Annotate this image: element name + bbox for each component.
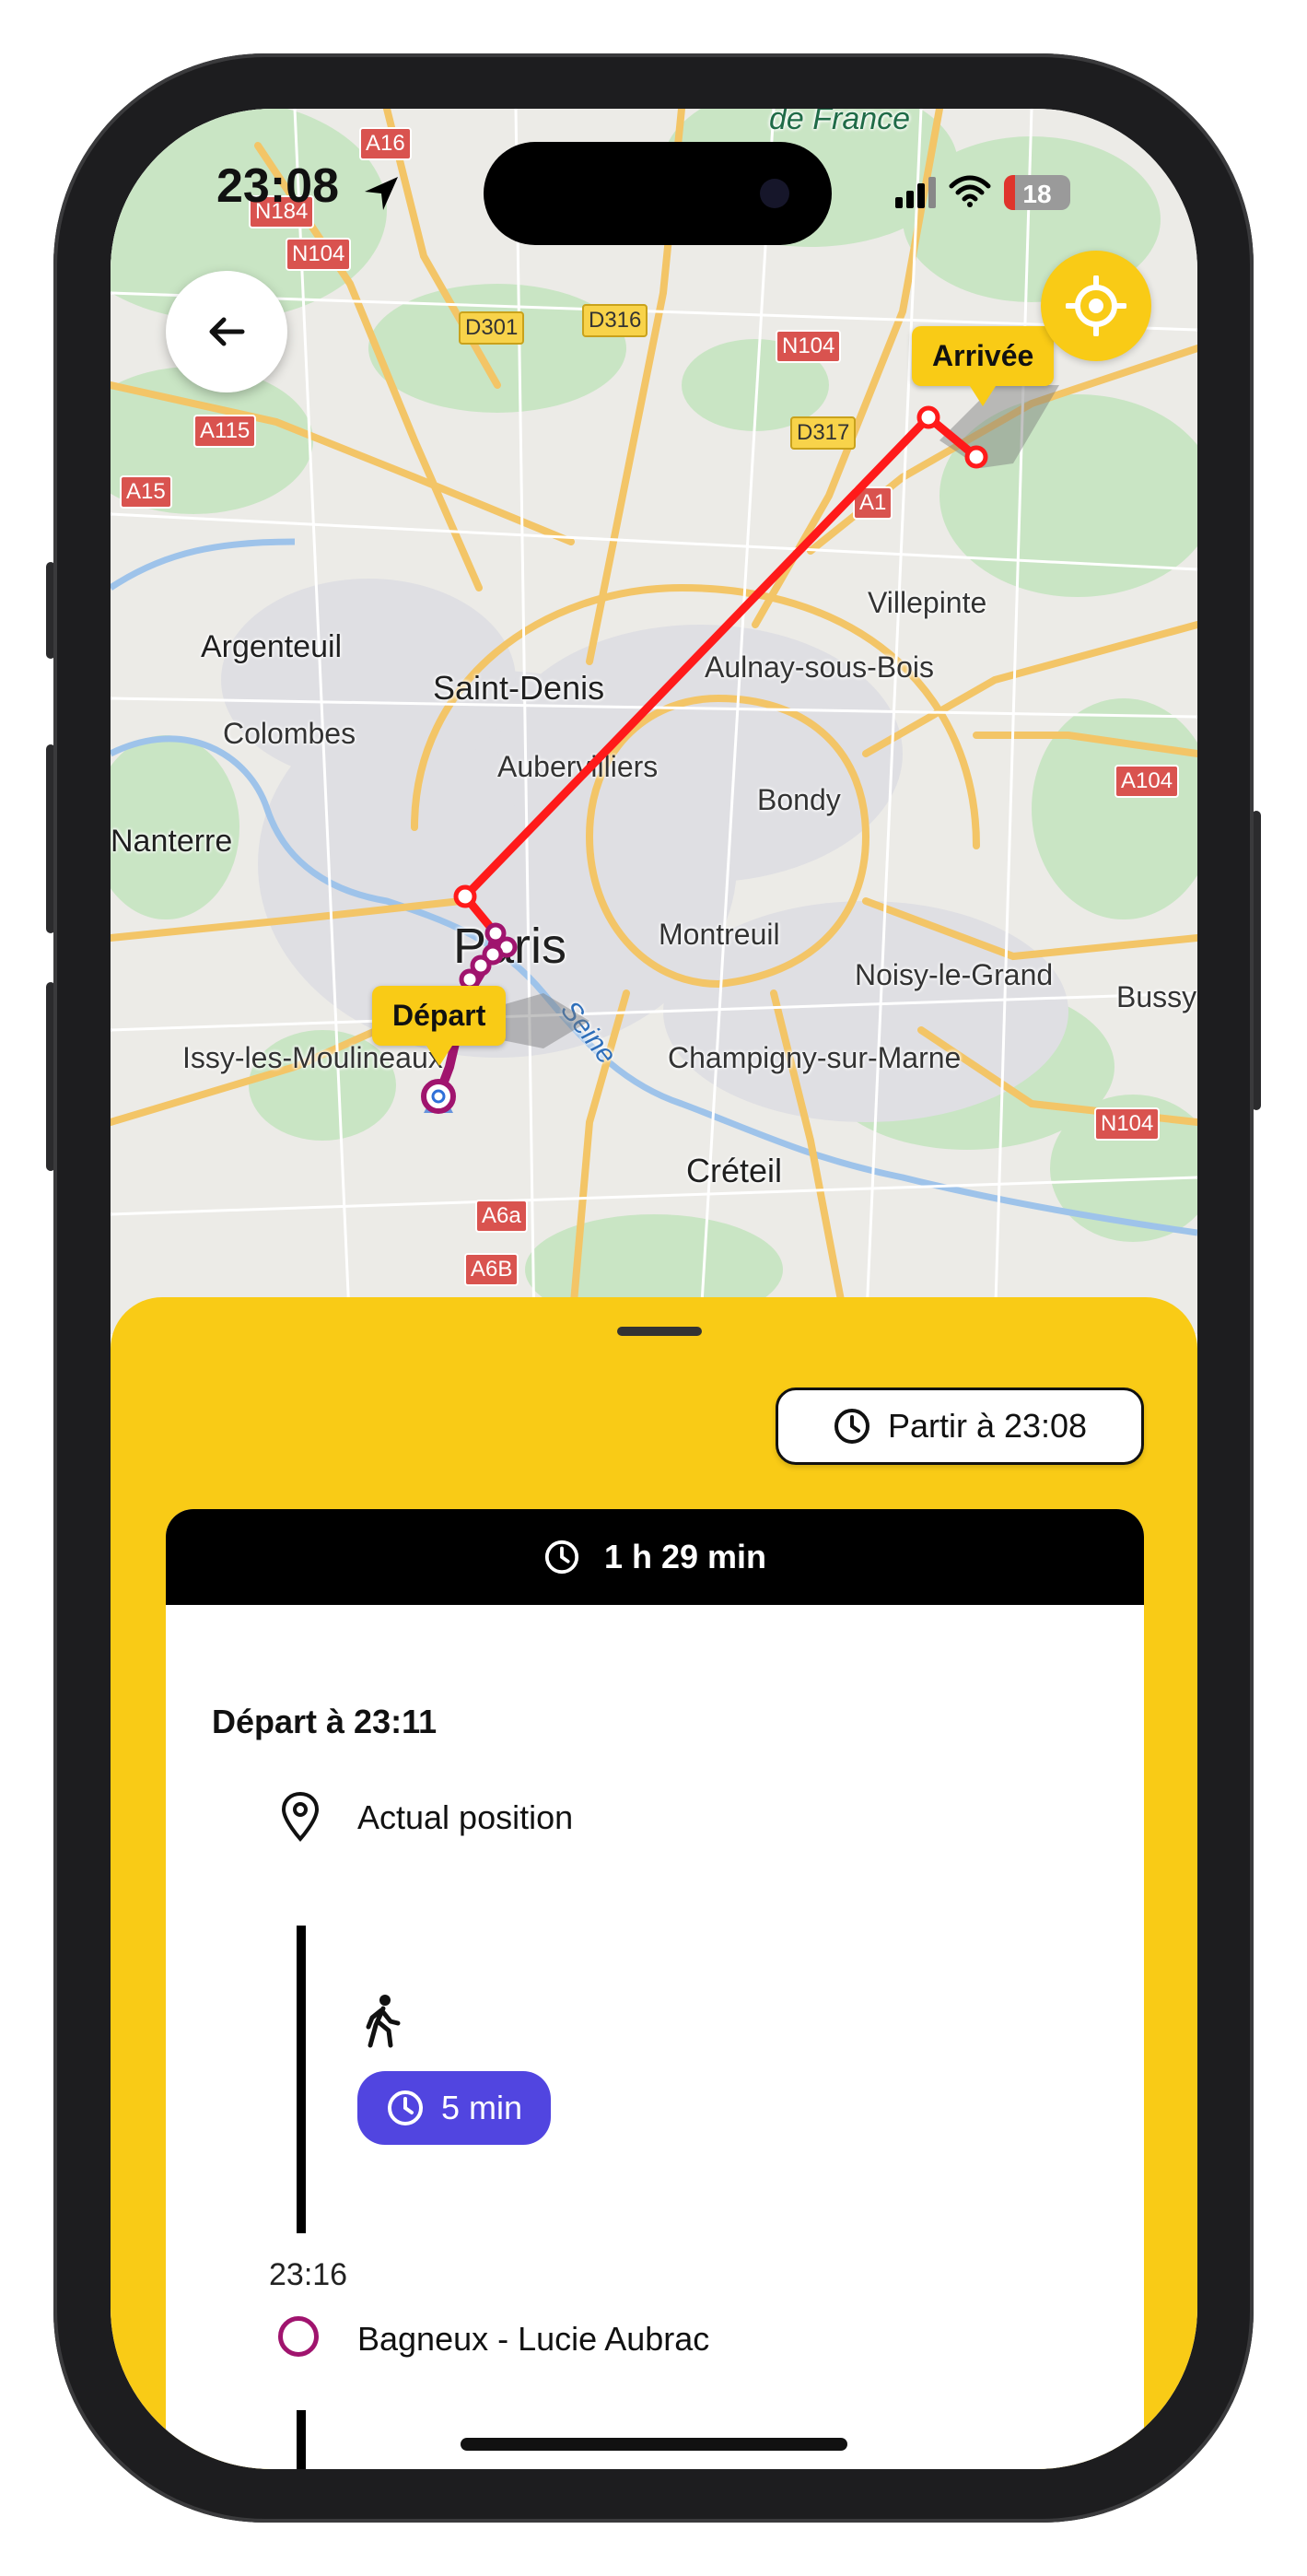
itinerary-sheet: Partir à 23:08 1 h 29 min Départ à 23:11… [111,1297,1197,2469]
arrow-left-icon [209,317,245,346]
stop-name: Bagneux - Lucie Aubrac [357,2320,710,2358]
departure-heading: Départ à 23:11 [212,1703,438,1740]
clock-icon [387,2090,423,2125]
user-position-marker [421,1079,456,1114]
clock-icon [544,1540,579,1575]
walk-duration: 5 min [440,2089,523,2126]
crosshair-icon [1066,275,1126,336]
recenter-location-button[interactable] [1041,251,1151,361]
sheet-drag-handle[interactable] [617,1327,702,1336]
battery-level: 18 [1022,180,1052,208]
wifi-icon [949,175,991,207]
station-circle-icon [278,2316,319,2357]
battery-indicator: 18 [1004,175,1070,210]
metro-segment-line [297,2410,306,2469]
location-arrow-icon [365,177,398,210]
arrival-marker[interactable]: Arrivée [912,326,1055,406]
itinerary-duration-header: 1 h 29 min [166,1509,1144,1605]
route-line [461,413,981,938]
walking-icon [366,1995,401,2048]
departure-time-button[interactable]: Partir à 23:08 [776,1388,1144,1465]
dynamic-island [484,142,832,245]
itinerary-card[interactable]: 1 h 29 min Départ à 23:11 Actual positio… [166,1509,1144,2469]
stop-time: 23:16 [269,2257,348,2292]
home-indicator[interactable] [461,2438,847,2451]
cellular-signal-icon [895,177,936,208]
status-time: 23:08 [216,159,339,213]
itinerary-duration: 1 h 29 min [603,1538,767,1575]
back-button[interactable] [166,271,287,392]
phone-screen: de France Argenteuil Saint-Denis Colombe… [111,109,1197,2469]
origin-label: Actual position [357,1798,574,1836]
clock-icon [834,1409,869,1444]
map-pin-icon [281,1791,320,1842]
walk-segment-line [297,1926,306,2233]
departure-marker[interactable]: Départ [372,986,507,1066]
departure-time-label: Partir à 23:08 [887,1407,1088,1445]
route-stop-markers [453,405,988,908]
walk-duration-chip: 5 min [357,2071,551,2145]
